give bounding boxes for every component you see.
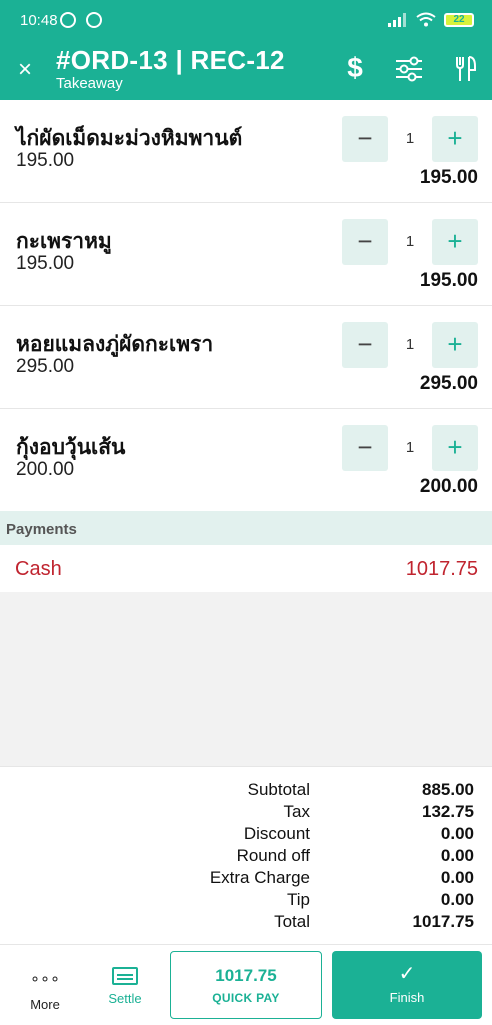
order-item: กุ้งอบวุ้นเส้น 200.00 − 1 + 200.00 <box>0 409 492 512</box>
summary-value: 885.00 <box>422 780 474 799</box>
item-price: 295.00 <box>16 356 75 377</box>
finish-label: Finish <box>389 990 425 1005</box>
item-price: 200.00 <box>16 459 75 480</box>
summary-value: 0.00 <box>440 868 474 887</box>
order-item: กะเพราหมู 195.00 − 1 + 195.00 <box>0 203 492 306</box>
more-button[interactable]: ∘∘∘ More <box>10 945 80 1025</box>
status-time: 10:48 <box>20 12 58 29</box>
order-header: × #ORD-13 | REC-12 Takeaway $ <box>0 40 492 100</box>
decrease-qty-button[interactable]: − <box>342 322 388 368</box>
settle-button[interactable]: Settle <box>90 945 160 1025</box>
decrease-qty-button[interactable]: − <box>342 425 388 471</box>
more-dots-icon: ∘∘∘ <box>29 971 61 988</box>
increase-qty-button[interactable]: + <box>432 322 478 368</box>
order-title: #ORD-13 | REC-12 <box>56 45 285 75</box>
app-notification-icon <box>86 12 102 28</box>
item-total: 295.00 <box>419 373 478 394</box>
decrease-qty-button[interactable]: − <box>342 219 388 265</box>
card-icon <box>112 967 138 985</box>
item-total: 195.00 <box>419 270 478 291</box>
order-type: Takeaway <box>56 75 123 92</box>
dollar-icon[interactable]: $ <box>338 52 372 86</box>
item-price: 195.00 <box>16 253 75 274</box>
item-quantity: 1 <box>405 336 415 353</box>
item-quantity: 1 <box>405 233 415 250</box>
settle-label: Settle <box>108 991 142 1006</box>
summary-label: Round off <box>236 846 310 865</box>
summary-label: Total <box>274 912 310 931</box>
utensils-icon[interactable] <box>450 52 484 86</box>
decrease-qty-button[interactable]: − <box>342 116 388 162</box>
summary-label: Extra Charge <box>209 868 310 887</box>
order-item: หอยแมลงภู่ผัดกะเพรา 295.00 − 1 + 295.00 <box>0 306 492 409</box>
item-price: 195.00 <box>16 150 75 171</box>
payments-section-header: Payments <box>0 511 492 545</box>
sliders-icon[interactable] <box>392 52 426 86</box>
increase-qty-button[interactable]: + <box>432 116 478 162</box>
bottom-action-bar: ∘∘∘ More Settle 1017.75 QUICK PAY ✓ Fini… <box>0 944 492 1024</box>
increase-qty-button[interactable]: + <box>432 425 478 471</box>
empty-area <box>0 592 492 766</box>
summary-label: Tip <box>287 890 310 909</box>
order-item: ไก่ผัดเม็ดมะม่วงหิมพานต์ 195.00 − 1 + 19… <box>0 100 492 203</box>
wifi-icon <box>416 12 436 27</box>
summary-label: Discount <box>243 824 310 843</box>
summary-row-round-off: Round off 0.00 <box>0 846 492 868</box>
summary-value: 1017.75 <box>412 912 474 931</box>
more-label: More <box>30 997 60 1012</box>
payment-amount: 1017.75 <box>405 558 478 580</box>
close-icon[interactable]: × <box>18 56 42 84</box>
item-total: 195.00 <box>419 167 478 188</box>
summary-row-total: Total 1017.75 <box>0 912 492 934</box>
summary-value: 0.00 <box>440 824 474 843</box>
check-icon: ✓ <box>398 963 416 985</box>
payment-row[interactable]: Cash 1017.75 <box>0 545 492 592</box>
item-quantity: 1 <box>405 439 415 456</box>
signal-icon <box>388 12 406 27</box>
summary-value: 132.75 <box>422 802 474 821</box>
item-quantity: 1 <box>405 130 415 147</box>
summary-row-extra-charge: Extra Charge 0.00 <box>0 868 492 890</box>
summary-value: 0.00 <box>440 846 474 865</box>
order-summary: Subtotal 885.00 Tax 132.75 Discount 0.00… <box>0 766 492 944</box>
summary-row-discount: Discount 0.00 <box>0 824 492 846</box>
quick-pay-label: QUICK PAY <box>212 991 280 1005</box>
status-bar: 10:48 22 <box>0 0 492 40</box>
summary-row-tax: Tax 132.75 <box>0 802 492 824</box>
notification-icons <box>60 12 102 28</box>
quick-pay-amount: 1017.75 <box>215 966 277 985</box>
summary-label: Subtotal <box>247 780 310 799</box>
increase-qty-button[interactable]: + <box>432 219 478 265</box>
item-total: 200.00 <box>419 476 478 497</box>
battery-icon: 22 <box>444 12 474 27</box>
summary-label: Tax <box>283 802 310 821</box>
finish-button[interactable]: ✓ Finish <box>332 951 482 1019</box>
whatsapp-icon <box>60 12 76 28</box>
summary-value: 0.00 <box>440 890 474 909</box>
summary-row-tip: Tip 0.00 <box>0 890 492 912</box>
summary-row-subtotal: Subtotal 885.00 <box>0 780 492 802</box>
status-right-icons: 22 <box>388 12 474 27</box>
quick-pay-button[interactable]: 1017.75 QUICK PAY <box>170 951 322 1019</box>
payment-method: Cash <box>15 558 62 580</box>
